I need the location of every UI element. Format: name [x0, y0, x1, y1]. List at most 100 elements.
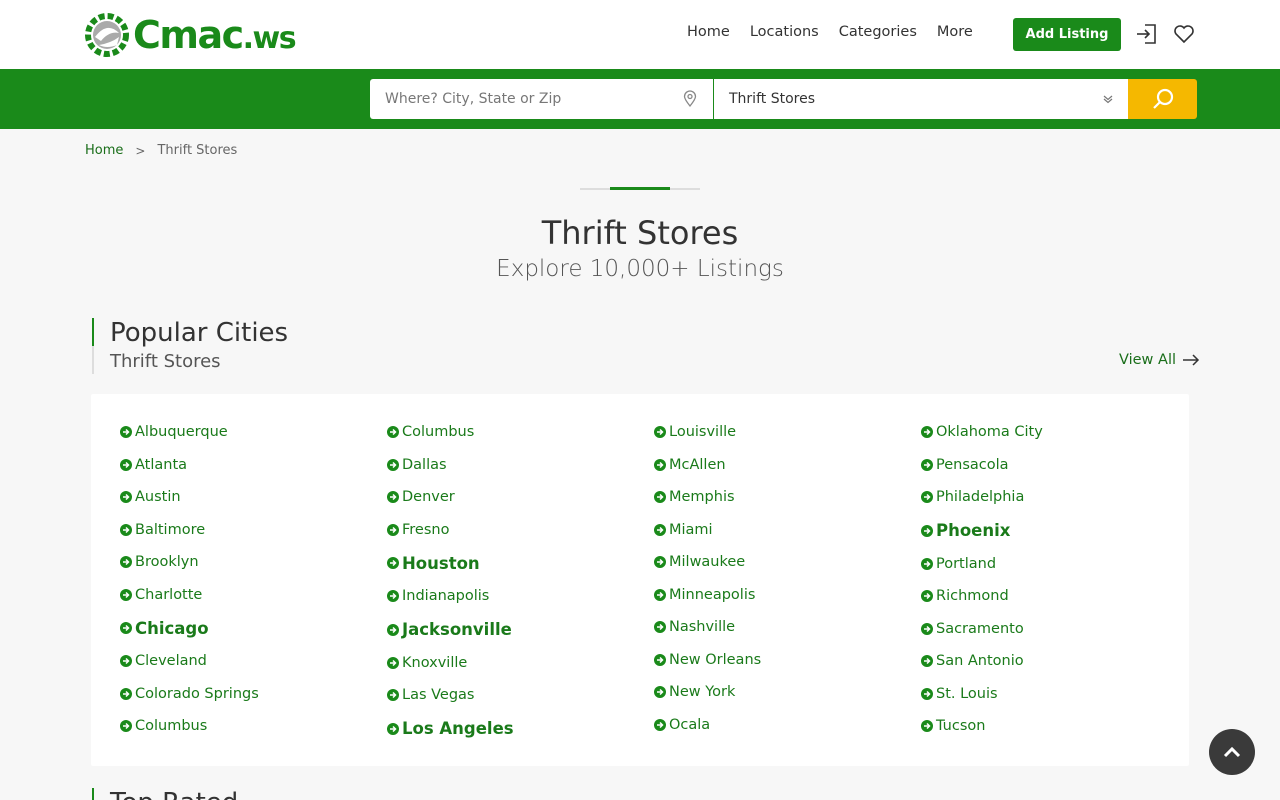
city-link[interactable]: Denver	[387, 481, 514, 514]
arrow-circle-right-icon	[654, 426, 666, 439]
city-link-label: Dallas	[402, 456, 447, 473]
city-link[interactable]: Houston	[387, 546, 514, 580]
city-link[interactable]: Charlotte	[120, 579, 259, 612]
city-link-label: St. Louis	[936, 685, 998, 702]
arrow-right-icon	[1183, 354, 1200, 366]
add-listing-button[interactable]: Add Listing	[1013, 18, 1121, 51]
city-link-label: Memphis	[669, 489, 735, 506]
city-link[interactable]: Austin	[120, 481, 259, 514]
city-link-label: Indianapolis	[402, 588, 490, 605]
city-link[interactable]: Miami	[654, 514, 761, 547]
city-link[interactable]: Columbus	[120, 710, 259, 743]
city-column-1: Albuquerque Atlanta Austin Baltimore Brookly…	[120, 416, 259, 743]
arrow-circle-right-icon	[921, 426, 933, 439]
city-link-label: Brooklyn	[135, 554, 199, 571]
city-link-label: Columbus	[135, 718, 208, 735]
site-logo[interactable]: Cmac.ws	[85, 10, 297, 60]
back-to-top-button[interactable]	[1209, 729, 1255, 775]
city-link[interactable]: Louisville	[654, 416, 761, 449]
arrow-circle-right-icon	[654, 523, 666, 536]
city-link[interactable]: Knoxville	[387, 647, 514, 680]
arrow-circle-right-icon	[921, 524, 933, 537]
city-link[interactable]: Ocala	[654, 709, 761, 742]
search-icon	[1152, 88, 1173, 109]
nav-locations[interactable]: Locations	[750, 24, 819, 40]
city-column-3: Louisville McAllen Memphis Miami Milwaukee Mi…	[654, 416, 761, 741]
city-link-label: Nashville	[669, 619, 736, 636]
heart-icon[interactable]	[1172, 22, 1196, 46]
city-link[interactable]: Memphis	[654, 481, 761, 514]
arrow-circle-right-icon	[387, 656, 399, 669]
city-link-label: Philadelphia	[936, 489, 1025, 506]
city-link[interactable]: San Antonio	[921, 645, 1043, 678]
city-link[interactable]: Colorado Springs	[120, 678, 259, 711]
nav-more[interactable]: More	[937, 24, 973, 40]
arrow-circle-right-icon	[654, 686, 666, 699]
arrow-circle-right-icon	[387, 491, 399, 504]
nav-home[interactable]: Home	[687, 24, 730, 40]
arrow-circle-right-icon	[120, 556, 132, 569]
city-link[interactable]: Cleveland	[120, 645, 259, 678]
view-all-label: View All	[1119, 352, 1176, 368]
city-link[interactable]: Brooklyn	[120, 546, 259, 579]
city-link-label: Minneapolis	[669, 586, 756, 603]
arrow-circle-right-icon	[387, 426, 399, 439]
city-link[interactable]: St. Louis	[921, 678, 1043, 711]
city-link[interactable]: New Orleans	[654, 644, 761, 677]
city-link[interactable]: Las Vegas	[387, 679, 514, 712]
category-select[interactable]: Thrift Stores	[714, 79, 1128, 119]
city-link[interactable]: Dallas	[387, 449, 514, 482]
city-link[interactable]: McAllen	[654, 449, 761, 482]
city-link[interactable]: Jacksonville	[387, 613, 514, 647]
breadcrumb-separator: >	[135, 143, 146, 158]
city-link-label: Richmond	[936, 588, 1009, 605]
city-link[interactable]: Los Angeles	[387, 712, 514, 746]
location-search-input[interactable]: Where? City, State or Zip	[370, 79, 713, 119]
breadcrumb-home[interactable]: Home	[85, 143, 123, 158]
arrow-circle-right-icon	[921, 655, 933, 668]
search-button[interactable]	[1128, 79, 1197, 119]
city-link-label: Portland	[936, 555, 997, 572]
logo-text: Cmac.ws	[133, 13, 297, 57]
city-link[interactable]: Richmond	[921, 580, 1043, 613]
section-subtitle: Thrift Stores	[110, 351, 221, 372]
city-link[interactable]: Nashville	[654, 611, 761, 644]
arrow-circle-right-icon	[921, 720, 933, 733]
nav-categories[interactable]: Categories	[839, 24, 917, 40]
city-link-label: Jacksonville	[402, 620, 512, 639]
arrow-circle-right-icon	[654, 491, 666, 504]
city-link[interactable]: Tucson	[921, 710, 1043, 743]
city-link[interactable]: Phoenix	[921, 514, 1043, 548]
chevron-up-icon	[1223, 746, 1241, 758]
city-link[interactable]: Columbus	[387, 416, 514, 449]
arrow-circle-right-icon	[120, 426, 132, 439]
arrow-circle-right-icon	[921, 557, 933, 570]
arrow-circle-right-icon	[921, 458, 933, 471]
view-all-link[interactable]: View All	[1119, 352, 1200, 368]
city-link[interactable]: Fresno	[387, 514, 514, 547]
arrow-circle-right-icon	[387, 590, 399, 603]
city-link-label: Phoenix	[936, 521, 1011, 540]
city-link[interactable]: Atlanta	[120, 449, 259, 482]
city-link-label: Atlanta	[135, 456, 188, 473]
next-section-title: Top Rated	[92, 788, 238, 800]
login-icon[interactable]	[1135, 22, 1159, 46]
city-link[interactable]: Albuquerque	[120, 416, 259, 449]
city-link[interactable]: Chicago	[120, 611, 259, 645]
arrow-circle-right-icon	[120, 655, 132, 668]
city-link[interactable]: Sacramento	[921, 613, 1043, 646]
city-link-label: Baltimore	[135, 521, 206, 538]
city-link[interactable]: Milwaukee	[654, 546, 761, 579]
city-link[interactable]: Philadelphia	[921, 481, 1043, 514]
city-link[interactable]: Portland	[921, 548, 1043, 581]
city-link[interactable]: Indianapolis	[387, 580, 514, 613]
city-link[interactable]: New York	[654, 676, 761, 709]
city-link[interactable]: Pensacola	[921, 449, 1043, 482]
arrow-circle-right-icon	[654, 556, 666, 569]
city-link-label: Chicago	[135, 618, 209, 638]
city-link[interactable]: Baltimore	[120, 514, 259, 547]
city-link[interactable]: Minneapolis	[654, 579, 761, 612]
arrow-circle-right-icon	[654, 621, 666, 634]
city-link[interactable]: Oklahoma City	[921, 416, 1043, 449]
city-link-label: Cleveland	[135, 653, 207, 670]
